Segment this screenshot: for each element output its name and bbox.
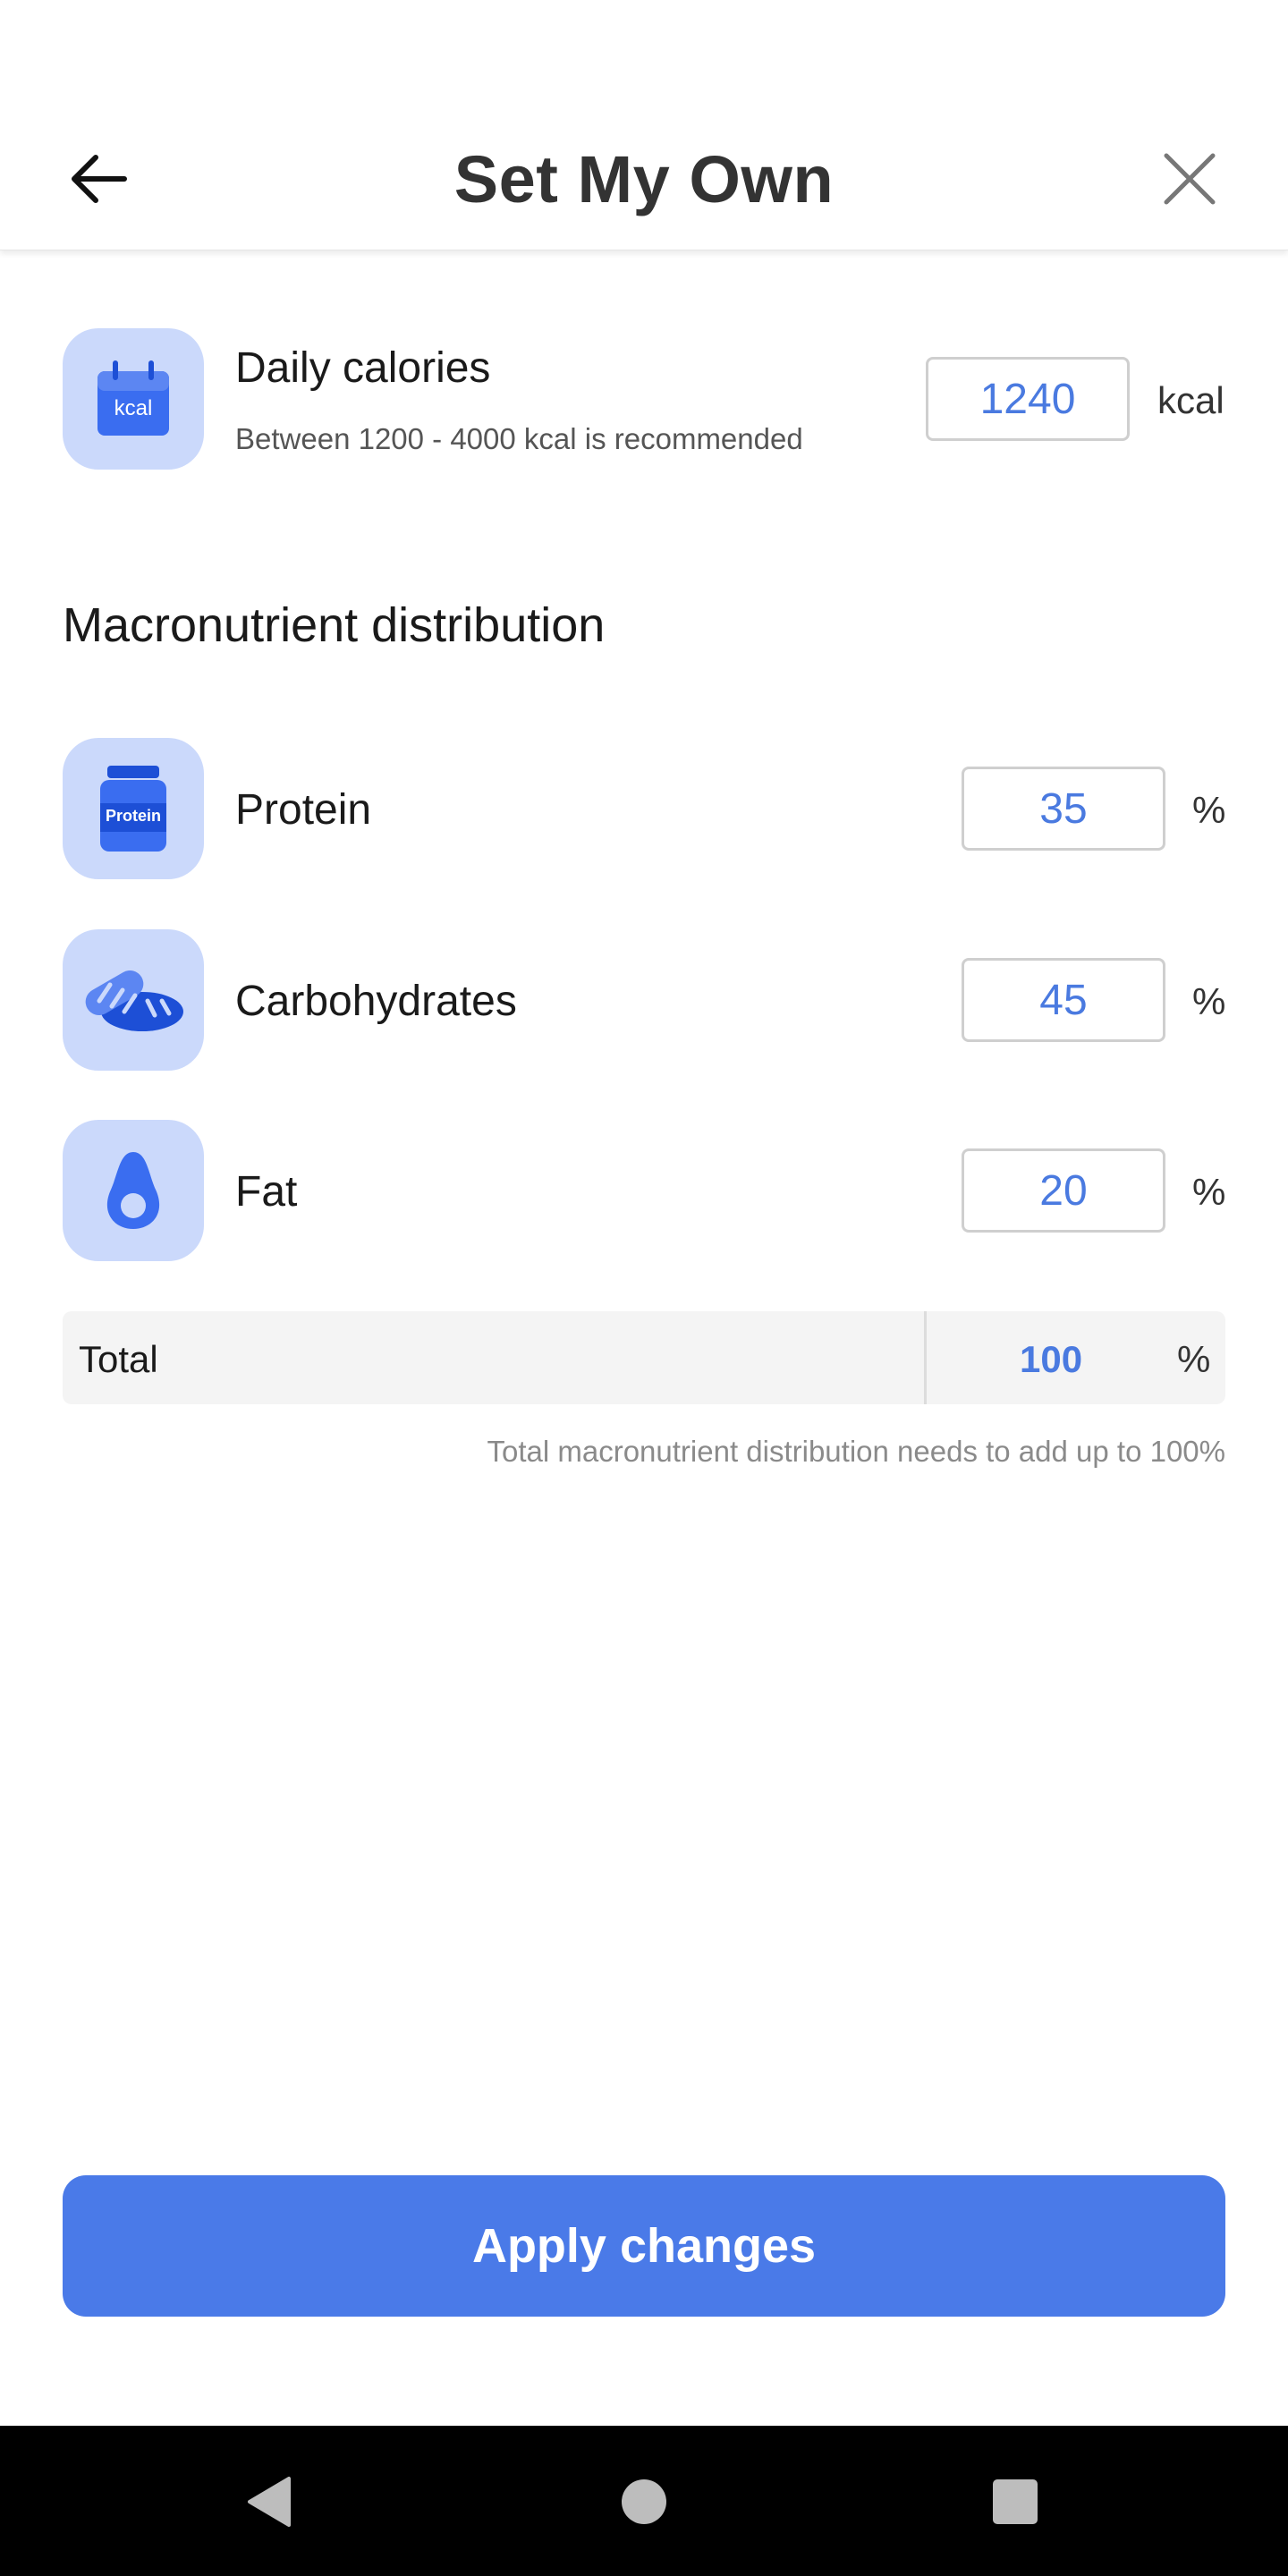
protein-input[interactable]: [962, 767, 1165, 851]
bread-icon: [63, 929, 204, 1071]
protein-unit: %: [1192, 789, 1226, 831]
calendar-icon-text: kcal: [114, 396, 153, 420]
triangle-back-icon: [248, 2477, 291, 2527]
close-button[interactable]: [1154, 143, 1225, 215]
protein-jar-text: Protein: [105, 807, 161, 825]
avocado-icon: [63, 1120, 204, 1261]
daily-calories-input[interactable]: [926, 357, 1130, 441]
fat-label: Fat: [235, 1168, 298, 1216]
circle-home-icon: [622, 2479, 666, 2524]
total-hint: Total macronutrient distribution needs t…: [487, 1435, 1225, 1468]
kcal-unit: kcal: [1157, 379, 1224, 421]
carbohydrates-label: Carbohydrates: [235, 978, 517, 1025]
calendar-kcal-icon: kcal: [63, 328, 204, 470]
nav-back-button[interactable]: [238, 2470, 301, 2533]
apply-changes-button[interactable]: Apply changes: [63, 2175, 1225, 2317]
nav-home-button[interactable]: [613, 2470, 675, 2533]
total-unit: %: [1177, 1338, 1211, 1380]
square-recents-icon: [993, 2479, 1038, 2524]
fat-unit: %: [1192, 1171, 1226, 1213]
set-my-own-screen: Set My Own kcal Daily calories Between 1…: [0, 0, 1288, 2576]
carbohydrates-input[interactable]: [962, 958, 1165, 1042]
fat-input[interactable]: [962, 1148, 1165, 1233]
nav-recents-button[interactable]: [984, 2470, 1046, 2533]
close-icon: [1164, 153, 1216, 205]
page-title: Set My Own: [453, 142, 835, 216]
macro-section-title: Macronutrient distribution: [63, 598, 606, 652]
total-bar: Total 100 %: [63, 1311, 1225, 1404]
total-value: 100: [1020, 1338, 1083, 1380]
protein-label: Protein: [235, 786, 372, 834]
app-header: Set My Own: [0, 0, 1288, 250]
total-divider: [924, 1311, 927, 1404]
carbohydrates-unit: %: [1192, 980, 1226, 1022]
system-nav-bar: [0, 2426, 1288, 2576]
total-label: Total: [79, 1338, 158, 1380]
daily-calories-hint: Between 1200 - 4000 kcal is recommended: [235, 422, 803, 455]
protein-jar-icon: Protein: [63, 738, 204, 879]
daily-calories-label: Daily calories: [235, 344, 491, 392]
